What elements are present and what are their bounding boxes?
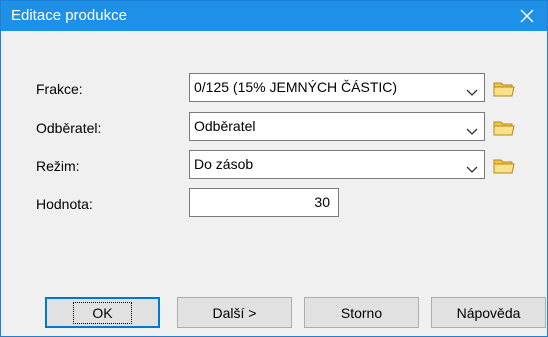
next-button[interactable]: Další > (177, 297, 292, 328)
odberatel-select[interactable]: Odběratel (189, 112, 485, 141)
rezim-folder-icon[interactable] (492, 154, 516, 176)
help-button[interactable]: Nápověda (431, 297, 546, 328)
chevron-down-icon[interactable] (466, 84, 478, 102)
odberatel-value: Odběratel (194, 118, 256, 134)
hodnota-label: Hodnota: (36, 196, 93, 212)
frakce-value: 0/125 (15% JEMNÝCH ČÁSTIC) (194, 79, 398, 95)
help-button-label: Nápověda (456, 304, 521, 321)
frakce-label: Frakce: (36, 81, 83, 97)
frakce-select[interactable]: 0/125 (15% JEMNÝCH ČÁSTIC) (189, 73, 485, 102)
rezim-select[interactable]: Do zásob (189, 150, 485, 179)
dialog-window: Editace produkce Frakce: 0/125 (15% JEMN… (0, 0, 548, 337)
window-title: Editace produkce (11, 7, 127, 24)
odberatel-label: Odběratel: (36, 120, 102, 136)
cancel-button[interactable]: Storno (304, 297, 419, 328)
chevron-down-icon[interactable] (466, 123, 478, 141)
frakce-folder-icon[interactable] (492, 77, 516, 99)
next-button-label: Další > (212, 304, 257, 321)
ok-button-label: OK (73, 301, 132, 324)
cancel-button-label: Storno (340, 304, 383, 321)
rezim-value: Do zásob (194, 156, 254, 172)
hodnota-value: 30 (314, 194, 330, 210)
rezim-label: Režim: (36, 158, 80, 174)
odberatel-folder-icon[interactable] (492, 116, 516, 138)
hodnota-input[interactable]: 30 (189, 188, 339, 217)
title-bar[interactable]: Editace produkce (1, 1, 547, 31)
close-icon[interactable] (507, 1, 547, 31)
ok-button[interactable]: OK (45, 297, 160, 328)
chevron-down-icon[interactable] (466, 161, 478, 179)
